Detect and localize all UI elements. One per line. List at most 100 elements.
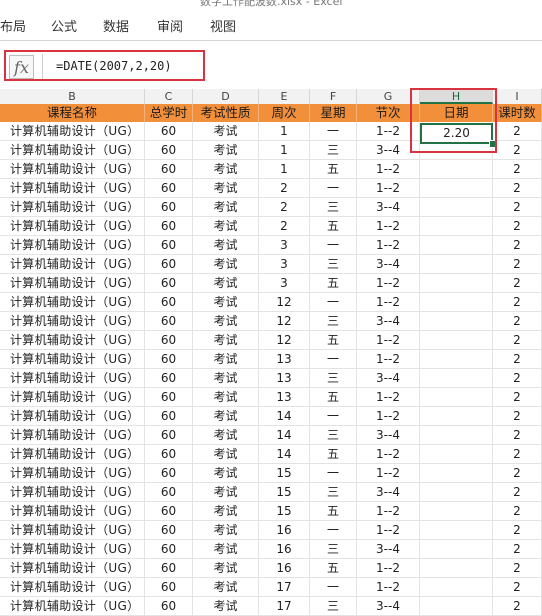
cell-exam-type[interactable]: 考试 (193, 217, 259, 235)
cell-lesson-hours[interactable]: 2 (493, 483, 542, 501)
cell-course-name[interactable]: 计算机辅助设计（UG） (0, 597, 145, 615)
cell-period[interactable]: 1--2 (357, 350, 420, 368)
cell-lesson-hours[interactable]: 2 (493, 141, 542, 159)
tab-data[interactable]: 数据 (103, 16, 129, 35)
header-total-hours[interactable]: 总学时 (145, 104, 193, 122)
cell-exam-type[interactable]: 考试 (193, 540, 259, 558)
cell-date[interactable] (420, 236, 493, 254)
cell-total-hours[interactable]: 60 (145, 198, 193, 216)
cell-period[interactable]: 1--2 (357, 217, 420, 235)
cell-period[interactable]: 3--4 (357, 369, 420, 387)
cell-period[interactable]: 3--4 (357, 540, 420, 558)
cell-total-hours[interactable]: 60 (145, 483, 193, 501)
cell-date[interactable] (420, 388, 493, 406)
cell-weekday[interactable]: 一 (310, 407, 357, 425)
cell-course-name[interactable]: 计算机辅助设计（UG） (0, 521, 145, 539)
cell-lesson-hours[interactable]: 2 (493, 198, 542, 216)
cell-exam-type[interactable]: 考试 (193, 578, 259, 596)
tab-layout[interactable]: 布局 (0, 16, 26, 35)
cell-week[interactable]: 3 (259, 274, 310, 292)
cell-period[interactable]: 1--2 (357, 122, 420, 140)
cell-date[interactable] (420, 502, 493, 520)
column-letter-e[interactable]: E (259, 89, 310, 104)
cell-weekday[interactable]: 一 (310, 350, 357, 368)
cell-total-hours[interactable]: 60 (145, 179, 193, 197)
cell-date[interactable] (420, 274, 493, 292)
cell-lesson-hours[interactable]: 2 (493, 293, 542, 311)
cell-total-hours[interactable]: 60 (145, 540, 193, 558)
cell-exam-type[interactable]: 考试 (193, 388, 259, 406)
cell-weekday[interactable]: 三 (310, 483, 357, 501)
cell-total-hours[interactable]: 60 (145, 369, 193, 387)
cell-weekday[interactable]: 一 (310, 179, 357, 197)
cell-period[interactable]: 1--2 (357, 293, 420, 311)
cell-course-name[interactable]: 计算机辅助设计（UG） (0, 217, 145, 235)
cell-lesson-hours[interactable]: 2 (493, 369, 542, 387)
tab-view[interactable]: 视图 (210, 16, 236, 35)
cell-lesson-hours[interactable]: 2 (493, 445, 542, 463)
cell-lesson-hours[interactable]: 2 (493, 255, 542, 273)
cell-weekday[interactable]: 五 (310, 559, 357, 577)
cell-total-hours[interactable]: 60 (145, 464, 193, 482)
tab-formulas[interactable]: 公式 (51, 16, 77, 35)
cell-course-name[interactable]: 计算机辅助设计（UG） (0, 426, 145, 444)
cell-week[interactable]: 17 (259, 597, 310, 615)
cell-lesson-hours[interactable]: 2 (493, 179, 542, 197)
cell-exam-type[interactable]: 考试 (193, 312, 259, 330)
cell-date[interactable] (420, 198, 493, 216)
cell-course-name[interactable]: 计算机辅助设计（UG） (0, 236, 145, 254)
cell-lesson-hours[interactable]: 2 (493, 388, 542, 406)
cell-course-name[interactable]: 计算机辅助设计（UG） (0, 540, 145, 558)
cell-course-name[interactable]: 计算机辅助设计（UG） (0, 179, 145, 197)
cell-weekday[interactable]: 三 (310, 597, 357, 615)
cell-weekday[interactable]: 一 (310, 521, 357, 539)
cell-lesson-hours[interactable]: 2 (493, 426, 542, 444)
cell-week[interactable]: 16 (259, 559, 310, 577)
column-letter-g[interactable]: G (357, 89, 420, 104)
cell-exam-type[interactable]: 考试 (193, 141, 259, 159)
header-date[interactable]: 日期 (420, 104, 493, 122)
cell-lesson-hours[interactable]: 2 (493, 350, 542, 368)
cell-date[interactable] (420, 559, 493, 577)
cell-lesson-hours[interactable]: 2 (493, 540, 542, 558)
cell-course-name[interactable]: 计算机辅助设计（UG） (0, 388, 145, 406)
cell-lesson-hours[interactable]: 2 (493, 407, 542, 425)
cell-course-name[interactable]: 计算机辅助设计（UG） (0, 483, 145, 501)
cell-week[interactable]: 3 (259, 255, 310, 273)
cell-period[interactable]: 1--2 (357, 407, 420, 425)
cell-date[interactable] (420, 445, 493, 463)
cell-period[interactable]: 1--2 (357, 502, 420, 520)
cell-period[interactable]: 1--2 (357, 274, 420, 292)
cell-course-name[interactable]: 计算机辅助设计（UG） (0, 578, 145, 596)
cell-exam-type[interactable]: 考试 (193, 198, 259, 216)
cell-period[interactable]: 1--2 (357, 179, 420, 197)
cell-course-name[interactable]: 计算机辅助设计（UG） (0, 559, 145, 577)
cell-total-hours[interactable]: 60 (145, 350, 193, 368)
header-weekday[interactable]: 星期 (310, 104, 357, 122)
cell-date[interactable] (420, 597, 493, 615)
cell-date[interactable] (420, 217, 493, 235)
cell-total-hours[interactable]: 60 (145, 388, 193, 406)
column-letter-f[interactable]: F (310, 89, 357, 104)
cell-exam-type[interactable]: 考试 (193, 426, 259, 444)
header-week[interactable]: 周次 (259, 104, 310, 122)
cell-date[interactable] (420, 369, 493, 387)
tab-review[interactable]: 审阅 (157, 16, 183, 35)
cell-exam-type[interactable]: 考试 (193, 255, 259, 273)
cell-week[interactable]: 2 (259, 217, 310, 235)
column-letter-h[interactable]: H (420, 89, 493, 104)
cell-exam-type[interactable]: 考试 (193, 350, 259, 368)
cell-weekday[interactable]: 一 (310, 293, 357, 311)
cell-weekday[interactable]: 五 (310, 502, 357, 520)
cell-course-name[interactable]: 计算机辅助设计（UG） (0, 331, 145, 349)
cell-total-hours[interactable]: 60 (145, 217, 193, 235)
cell-date[interactable] (420, 350, 493, 368)
cell-exam-type[interactable]: 考试 (193, 502, 259, 520)
formula-input[interactable]: =DATE(2007,2,20) (56, 59, 172, 73)
cell-date[interactable] (420, 521, 493, 539)
cell-period[interactable]: 1--2 (357, 559, 420, 577)
cell-exam-type[interactable]: 考试 (193, 274, 259, 292)
header-lesson-hours[interactable]: 课时数 (493, 104, 542, 122)
cell-period[interactable]: 3--4 (357, 198, 420, 216)
cell-weekday[interactable]: 三 (310, 198, 357, 216)
